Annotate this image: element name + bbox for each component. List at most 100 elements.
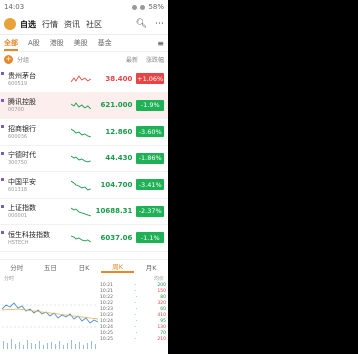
change-badge[interactable]: -3.60% [136, 126, 165, 138]
stock-code: 601318 [8, 186, 28, 193]
stock-price: 6037.06 [100, 233, 133, 242]
chart-hdr-left: 分时 [4, 276, 15, 282]
stock-code: 600519 [8, 80, 28, 87]
tape-price: - [135, 295, 138, 300]
stock-name: 上证指数 [8, 204, 36, 213]
stock-row[interactable]: 上证指数 000001 10688.31 -2.37% [0, 199, 168, 225]
stock-name: 中国平安 [8, 177, 36, 186]
tape-volume: 210 [157, 337, 166, 342]
trade-tape: 10:21-200 10:21-150 10:22-80 10:22-320 10:23… [100, 283, 166, 349]
intraday-chart [2, 302, 98, 349]
status-bar: 14:03 58% [0, 0, 168, 14]
stock-code: HSTECH [8, 239, 29, 246]
top-nav-1[interactable]: 行情 [42, 19, 58, 30]
period-tab-3[interactable]: 周K [100, 261, 135, 273]
stock-row[interactable]: 招商银行 600036 12.860 -3.60% [0, 119, 168, 146]
app-logo-icon [4, 18, 16, 30]
watch-marker-icon [1, 204, 4, 208]
stock-list: 贵州茅台 600519 38.400 +1.06% 腾讯控股 00700 621.000 -1… [0, 66, 168, 252]
sparkline [71, 74, 92, 82]
top-bar: 自选 行情 资讯 社区 🔍︎ ⋯ [0, 14, 168, 35]
group-label[interactable]: 分组 [17, 55, 29, 64]
stock-price: 10688.31 [95, 207, 133, 216]
status-time: 14:03 [4, 3, 25, 11]
stock-row[interactable]: 恒生科技指数 HSTECH 6037.06 -1.1% [0, 225, 168, 252]
chart-hdr-right: 均价 [153, 276, 164, 282]
sparkline [71, 235, 92, 243]
tape-time: 10:25 [100, 337, 113, 342]
battery-text: 58% [148, 3, 164, 11]
tape-price: - [135, 319, 138, 324]
stock-price: 104.700 [100, 180, 133, 189]
watch-marker-icon [1, 125, 4, 128]
search-icon[interactable]: 🔍︎ [136, 19, 147, 29]
sort-controls: 最新 涨跌幅 [126, 55, 164, 64]
stock-name: 贵州茅台 [8, 71, 36, 80]
stock-name-col: 宁德时代 300750 [4, 150, 71, 166]
period-tab-4[interactable]: 月K [134, 262, 168, 272]
top-nav-3[interactable]: 社区 [86, 19, 102, 30]
watch-marker-icon [1, 98, 4, 102]
stock-code: 000001 [8, 213, 28, 220]
tab-4[interactable]: 基金 [98, 38, 112, 48]
phone-screen: 14:03 58% 自选 行情 资讯 社区 🔍︎ ⋯ 全部 A股 港股 美股 基… [0, 0, 168, 354]
stock-price: 12.860 [105, 127, 133, 136]
add-icon[interactable]: + [4, 54, 13, 64]
stock-name: 腾讯控股 [8, 98, 36, 107]
mini-chart-panel: 分时 均价 10:21-200 10:21-150 10:22 - 80 10:… [0, 273, 168, 354]
top-icons: 🔍︎ ⋯ [136, 19, 164, 29]
stock-row[interactable]: 中国平安 601318 104.700 -3.41% [0, 172, 168, 199]
watch-marker-icon [1, 72, 4, 75]
sort-change[interactable]: 涨跌幅 [146, 55, 164, 64]
sparkline [71, 102, 92, 110]
sparkline [71, 180, 92, 191]
sparkline [71, 155, 92, 163]
tab-1[interactable]: A股 [28, 38, 40, 48]
stock-name: 恒生科技指数 [8, 230, 50, 239]
stock-row[interactable]: 腾讯控股 00700 621.000 -1.9% [0, 92, 168, 119]
wifi-icon [140, 4, 146, 10]
watch-marker-icon [1, 231, 4, 234]
change-badge[interactable]: -2.37% [136, 205, 165, 217]
status-icons: 58% [132, 3, 164, 11]
tape-price: - [134, 337, 136, 342]
change-badge[interactable]: -1.86% [136, 152, 165, 164]
stock-row[interactable]: 宁德时代 300750 44.430 -1.86% [0, 146, 168, 172]
stock-name: 宁德时代 [8, 151, 36, 160]
more-icon[interactable]: ⋯ [155, 19, 164, 29]
stock-code: 00700 [8, 107, 24, 114]
stock-price: 621.000 [100, 101, 133, 110]
change-badge[interactable]: -3.41% [136, 179, 165, 191]
top-nav-2[interactable]: 资讯 [64, 19, 80, 30]
tab-2[interactable]: 港股 [50, 38, 64, 48]
signal-icon [132, 4, 138, 10]
stock-name-col: 贵州茅台 600519 [4, 71, 71, 87]
change-badge[interactable]: -1.9% [136, 99, 165, 111]
period-tab-2[interactable]: 日K [67, 262, 101, 272]
stock-name: 招商银行 [8, 124, 36, 133]
stock-name-col: 招商银行 600036 [4, 124, 71, 140]
stock-price: 38.400 [105, 74, 133, 83]
period-tab-1[interactable]: 五日 [34, 262, 68, 272]
tape-price: - [135, 331, 138, 336]
stock-name-col: 上证指数 000001 [4, 203, 71, 219]
change-badge[interactable]: -1.1% [136, 232, 165, 244]
menu-icon[interactable]: ≡ [157, 39, 164, 48]
sparkline [71, 207, 92, 217]
stock-price: 44.430 [105, 154, 133, 163]
sparkline [71, 128, 92, 138]
stock-name-col: 中国平安 601318 [4, 177, 71, 193]
stock-name-col: 恒生科技指数 HSTECH [4, 230, 71, 246]
stock-name-col: 腾讯控股 00700 [4, 97, 71, 113]
change-badge[interactable]: +1.06% [136, 73, 165, 85]
watch-marker-icon [1, 178, 4, 181]
sort-latest[interactable]: 最新 [126, 55, 138, 64]
watch-marker-icon [1, 151, 4, 155]
tab-0[interactable]: 全部 [4, 38, 18, 51]
tape-line: 10:25 - 210 [100, 337, 166, 343]
stock-row[interactable]: 贵州茅台 600519 38.400 +1.06% [0, 66, 168, 93]
top-nav-0[interactable]: 自选 [20, 19, 36, 30]
period-tab-0[interactable]: 分时 [0, 262, 34, 272]
stock-code: 300750 [8, 160, 28, 167]
tab-3[interactable]: 美股 [74, 38, 88, 48]
